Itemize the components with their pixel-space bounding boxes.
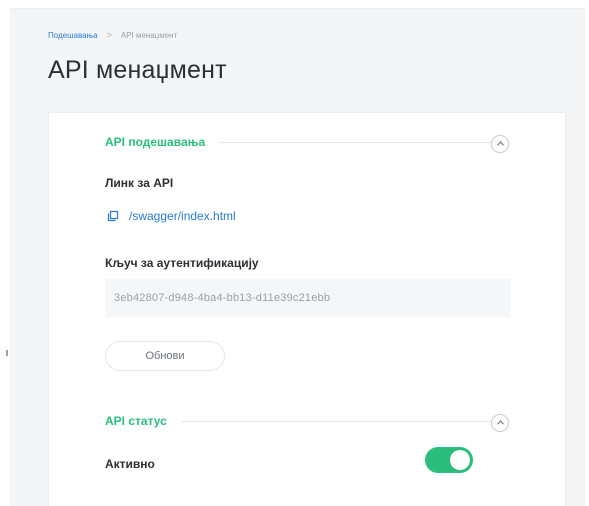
api-management-card: API подешавања Линк за API /swagger/inde… xyxy=(48,112,566,506)
breadcrumb-link-settings[interactable]: Подешавања xyxy=(48,31,98,40)
breadcrumb: Подешавања > API менаџмент xyxy=(48,30,177,40)
auth-key-label: Кључ за аутентификацију xyxy=(105,256,259,270)
edge-marker xyxy=(6,350,8,356)
toggle-knob xyxy=(450,450,470,470)
breadcrumb-separator: > xyxy=(106,30,112,40)
api-status-collapse-button[interactable] xyxy=(491,414,509,432)
api-settings-collapse-button[interactable] xyxy=(491,135,509,153)
api-settings-section-header: API подешавања xyxy=(105,135,510,149)
api-active-label: Активно xyxy=(105,457,155,471)
api-link-text[interactable]: /swagger/index.html xyxy=(129,209,236,223)
section-divider xyxy=(180,420,510,422)
copy-icon[interactable] xyxy=(107,210,119,222)
api-link-label: Линк за API xyxy=(105,176,174,190)
api-status-section-title: API статус xyxy=(105,414,167,428)
chevron-up-icon xyxy=(496,140,504,148)
auth-key-value: 3eb42807-d948-4ba4-bb13-d11e39c21ebb xyxy=(114,292,331,304)
api-link[interactable]: /swagger/index.html xyxy=(107,209,236,223)
api-status-section-header: API статус xyxy=(105,414,510,428)
section-divider xyxy=(219,141,510,143)
refresh-key-button[interactable]: Обнови xyxy=(105,341,225,371)
auth-key-field[interactable]: 3eb42807-d948-4ba4-bb13-d11e39c21ebb xyxy=(105,279,511,317)
api-active-toggle[interactable] xyxy=(425,447,473,473)
breadcrumb-current: API менаџмент xyxy=(120,30,178,40)
page-title: API менаџмент xyxy=(48,56,227,84)
chevron-up-icon xyxy=(496,419,504,427)
api-settings-section-title: API подешавања xyxy=(105,135,206,149)
refresh-button-label: Обнови xyxy=(145,350,185,362)
